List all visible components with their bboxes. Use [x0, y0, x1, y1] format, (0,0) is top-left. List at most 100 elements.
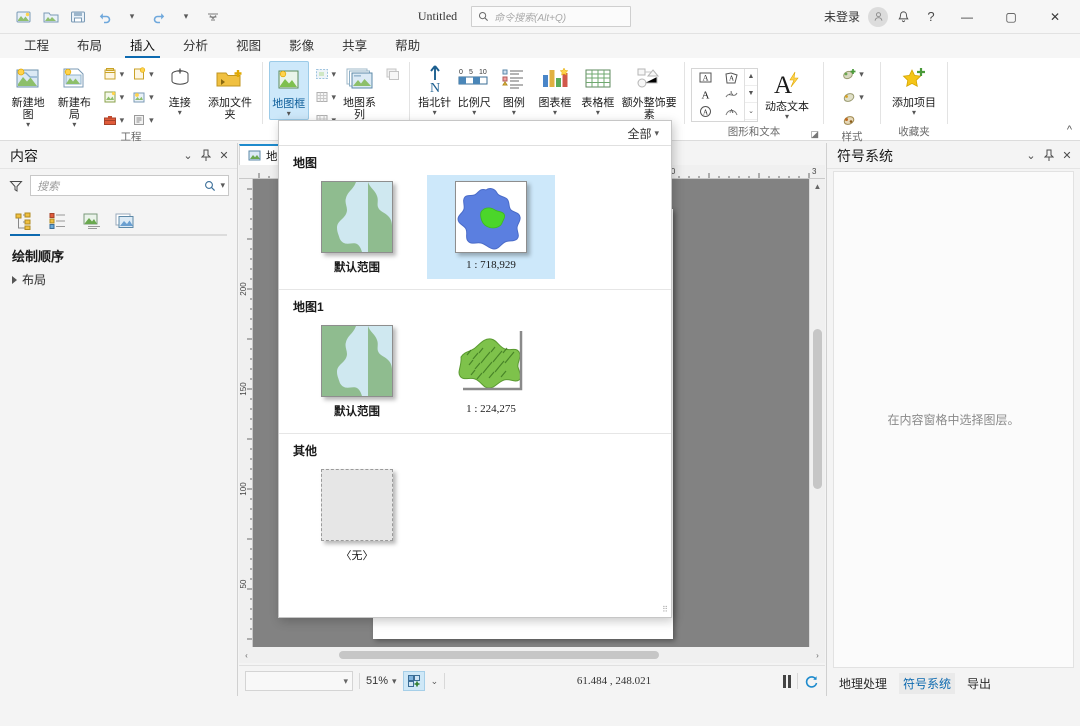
dynamic-text-button[interactable]: A 动态文本 ▾ [760, 65, 814, 122]
north-arrow-button[interactable]: N 指北针 ▾ [416, 61, 453, 118]
ribbon-tab-layout[interactable]: 布局 [63, 35, 116, 58]
legend-dropdown-icon[interactable]: ▾ [512, 109, 516, 117]
undo-dropdown-icon[interactable]: ▾ [120, 6, 144, 28]
dock-tab-export[interactable]: 导出 [963, 673, 995, 694]
undo-icon[interactable] [93, 6, 117, 28]
list-by-drawing-order-tab[interactable] [10, 208, 38, 234]
expand-triangle-icon[interactable] [12, 275, 17, 284]
ribbon-tab-analysis[interactable]: 分析 [169, 35, 222, 58]
new-project-icon[interactable] [12, 6, 36, 28]
funnel-icon[interactable] [8, 178, 24, 194]
contents-tree-item-layout[interactable]: 布局 [0, 269, 237, 290]
zoom-control[interactable]: 51% ▾ [366, 675, 397, 687]
close-icon[interactable]: ✕ [1058, 146, 1076, 166]
minimize-button[interactable]: — [946, 0, 988, 33]
new-notebook-button[interactable]: ▾ [99, 86, 127, 108]
ribbon-collapse-button[interactable]: ^ [1067, 124, 1072, 136]
new-layout-dropdown-icon[interactable]: ▾ [72, 121, 76, 129]
save-project-icon[interactable] [66, 6, 90, 28]
ribbon-tab-project[interactable]: 工程 [10, 35, 63, 58]
scroll-left-arrow[interactable]: ‹ [239, 651, 254, 660]
new-task-button[interactable]: ▾ [128, 86, 156, 108]
maximize-button[interactable]: ▢ [990, 0, 1032, 33]
close-button[interactable]: ✕ [1034, 0, 1076, 33]
new-style-dropdown-icon[interactable]: ▾ [859, 69, 864, 79]
scroll-up-arrow[interactable]: ▲ [810, 179, 825, 194]
select-tool-icon[interactable] [402, 671, 425, 691]
gallery-item-map-default-extent[interactable]: 默认范围 [293, 175, 421, 279]
chart-frame-dropdown-icon[interactable]: ▾ [553, 109, 557, 117]
add-folder-button[interactable]: 添加文件夹 [204, 61, 256, 123]
report-template-dropdown-icon[interactable]: ▾ [149, 115, 154, 125]
dock-tab-symbology[interactable]: 符号系统 [899, 672, 956, 694]
north-arrow-dropdown-icon[interactable]: ▾ [433, 109, 437, 117]
selection-dropdown[interactable]: ▾ [245, 671, 353, 691]
ribbon-tab-share[interactable]: 共享 [328, 35, 381, 58]
report-template-button[interactable]: ▾ [128, 109, 156, 131]
new-map-button[interactable]: 新建地图 ▾ [6, 61, 50, 130]
ribbon-tab-help[interactable]: 帮助 [381, 35, 434, 58]
gallery-scroll[interactable]: ▲ ▼ ⌄ [744, 68, 757, 121]
ribbon-tab-imagery[interactable]: 影像 [275, 35, 328, 58]
gallery-expand[interactable]: ⌄ [745, 103, 757, 121]
list-by-snapping-tab[interactable] [78, 208, 106, 234]
list-by-layout-elements-tab[interactable] [112, 208, 140, 234]
command-search-input[interactable]: 命令搜索(Alt+Q) [471, 6, 632, 27]
chevron-down-icon[interactable]: ⌄ [1022, 146, 1040, 166]
chevron-down-icon[interactable]: ⌄ [179, 146, 197, 166]
ribbon-tab-insert[interactable]: 插入 [116, 35, 169, 58]
question-icon[interactable]: ? [918, 5, 944, 29]
gallery-resize-grip[interactable]: ⠿ [662, 605, 668, 614]
redo-dropdown-icon[interactable]: ▾ [174, 6, 198, 28]
ribbon-tab-view[interactable]: 视图 [222, 35, 275, 58]
new-report-button[interactable]: ▾ [99, 63, 127, 85]
redo-icon[interactable] [147, 6, 171, 28]
vertical-scroll-thumb[interactable] [813, 329, 822, 489]
table-frame-dropdown-icon[interactable]: ▾ [596, 109, 600, 117]
avatar[interactable] [868, 6, 888, 27]
grid-dropdown-icon[interactable]: ▾ [332, 92, 337, 102]
add-item-button[interactable]: 添加项目 ▾ [887, 61, 941, 118]
import-layout-button[interactable]: ▾ [128, 63, 156, 85]
scroll-right-arrow[interactable]: › [810, 651, 825, 660]
map-frame-gallery-dropdown[interactable]: 全部 ▾ 地图 默认范围 1: 718,929 地图1 默认范围 1: 22… [278, 120, 672, 618]
signin-label[interactable]: 未登录 [824, 8, 860, 25]
customize-qat-icon[interactable] [201, 6, 225, 28]
search-dropdown-icon[interactable]: ▾ [220, 181, 225, 190]
horizontal-scroll-thumb[interactable] [339, 651, 659, 659]
connections-button[interactable]: 连接 ▾ [158, 61, 202, 118]
dock-tab-geoprocessing[interactable]: 地理处理 [835, 673, 891, 694]
bell-icon[interactable] [890, 5, 916, 29]
pin-icon[interactable] [1040, 146, 1058, 166]
pause-icon[interactable] [783, 674, 791, 688]
manage-styles-button[interactable] [838, 109, 866, 131]
curve-text-icon[interactable]: A [718, 103, 744, 120]
dynamic-text-dropdown-icon[interactable]: ▾ [785, 113, 789, 121]
layout-vertical-scrollbar[interactable]: ▲ ▼ [809, 179, 825, 663]
toolbox-button[interactable]: ▾ [99, 109, 127, 131]
gallery-filter-dropdown-icon[interactable]: ▾ [654, 128, 659, 138]
new-task-dropdown-icon[interactable]: ▾ [149, 92, 154, 102]
circle-text-icon[interactable]: A [692, 103, 718, 120]
pin-icon[interactable] [197, 146, 215, 166]
new-report-dropdown-icon[interactable]: ▾ [120, 69, 125, 79]
connections-dropdown-icon[interactable]: ▾ [178, 109, 182, 117]
search-input[interactable]: 搜索 ▾ [30, 175, 229, 196]
text-gallery[interactable]: A A A A A A ▲ ▼ ⌄ [691, 67, 758, 122]
table-frame-button[interactable]: 表格框 ▾ [577, 61, 618, 118]
new-style-button[interactable]: ▾ [838, 63, 866, 85]
gallery-item-none[interactable]: 〈无〉 [293, 463, 421, 567]
magnifier-icon[interactable] [204, 180, 216, 192]
plain-text-a-icon[interactable]: A [692, 86, 718, 103]
add-style-dropdown-icon[interactable]: ▾ [859, 92, 864, 102]
gallery-item-map1-default-extent[interactable]: 默认范围 [293, 319, 421, 423]
gallery-scroll-up[interactable]: ▲ [745, 69, 757, 86]
new-layout-button[interactable]: 新建布局 ▾ [52, 61, 96, 130]
close-icon[interactable]: ✕ [215, 146, 233, 166]
gallery-scroll-down[interactable]: ▼ [745, 86, 757, 104]
add-item-dropdown-icon[interactable]: ▾ [912, 109, 916, 117]
new-notebook-dropdown-icon[interactable]: ▾ [120, 92, 125, 102]
graphics-text-dialog-launcher[interactable]: ◪ [810, 129, 819, 140]
open-project-icon[interactable] [39, 6, 63, 28]
map-frame-button[interactable]: 地图框 ▾ [269, 61, 309, 120]
